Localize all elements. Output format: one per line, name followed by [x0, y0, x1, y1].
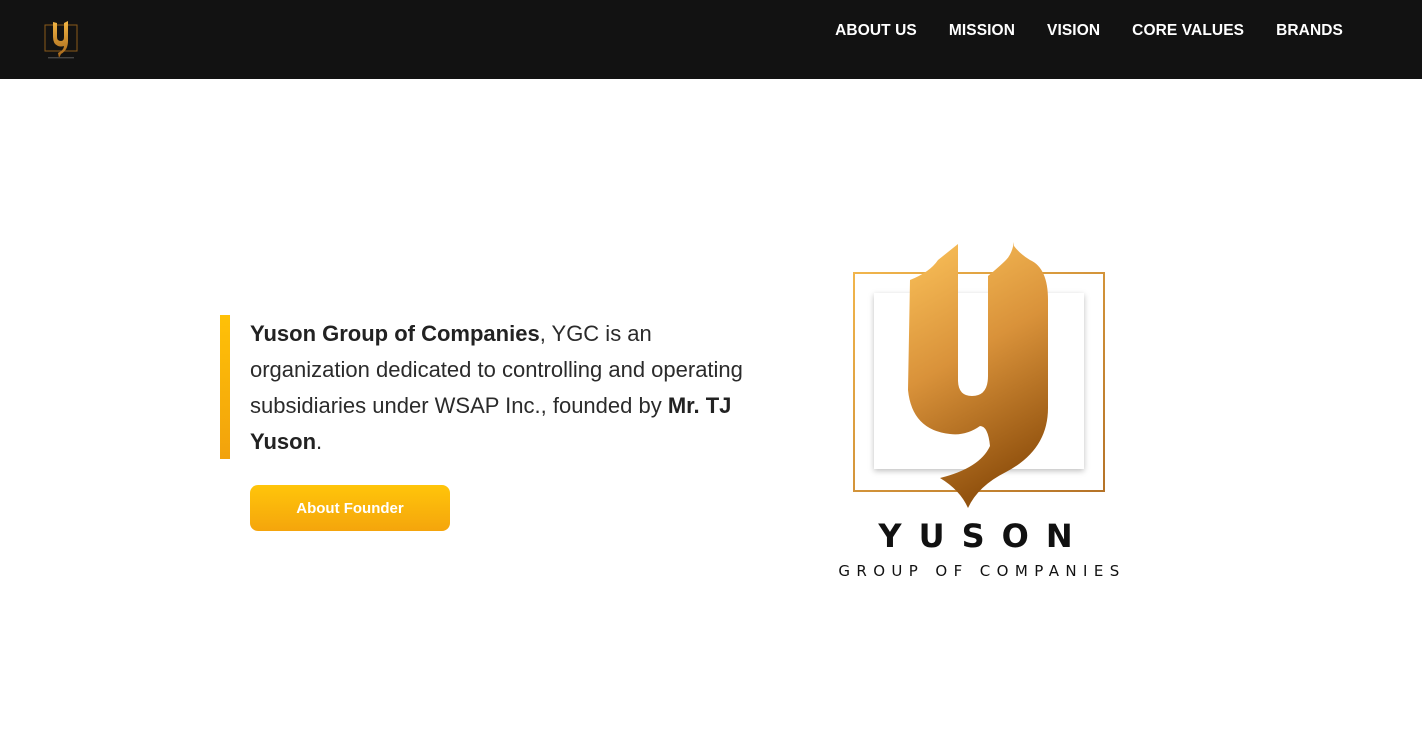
nav-core-values[interactable]: CORE VALUES: [1132, 22, 1244, 40]
yuson-brand-logo: YUSON GROUP OF COMPANIES: [820, 240, 1140, 585]
yuson-y-logo-icon[interactable]: [42, 19, 80, 61]
brand-subtitle: GROUP OF COMPANIES: [838, 562, 1126, 580]
accent-bar: [220, 315, 230, 459]
company-name: Yuson Group of Companies: [250, 321, 540, 346]
intro-paragraph: Yuson Group of Companies, YGC is an orga…: [250, 316, 770, 460]
nav-about-us[interactable]: ABOUT US: [835, 22, 917, 40]
main-nav: ABOUT US MISSION VISION CORE VALUES BRAN…: [835, 0, 1343, 62]
nav-mission[interactable]: MISSION: [949, 22, 1015, 40]
top-navigation-bar: ABOUT US MISSION VISION CORE VALUES BRAN…: [0, 0, 1422, 79]
intro-text-part2: .: [316, 429, 323, 454]
nav-vision[interactable]: VISION: [1047, 22, 1100, 40]
brand-name: YUSON: [878, 517, 1090, 555]
intro-section: Yuson Group of Companies, YGC is an orga…: [220, 315, 760, 459]
yuson-y-emblem-icon: [853, 242, 1105, 508]
about-founder-button[interactable]: About Founder: [250, 485, 450, 531]
nav-brands[interactable]: BRANDS: [1276, 22, 1343, 40]
